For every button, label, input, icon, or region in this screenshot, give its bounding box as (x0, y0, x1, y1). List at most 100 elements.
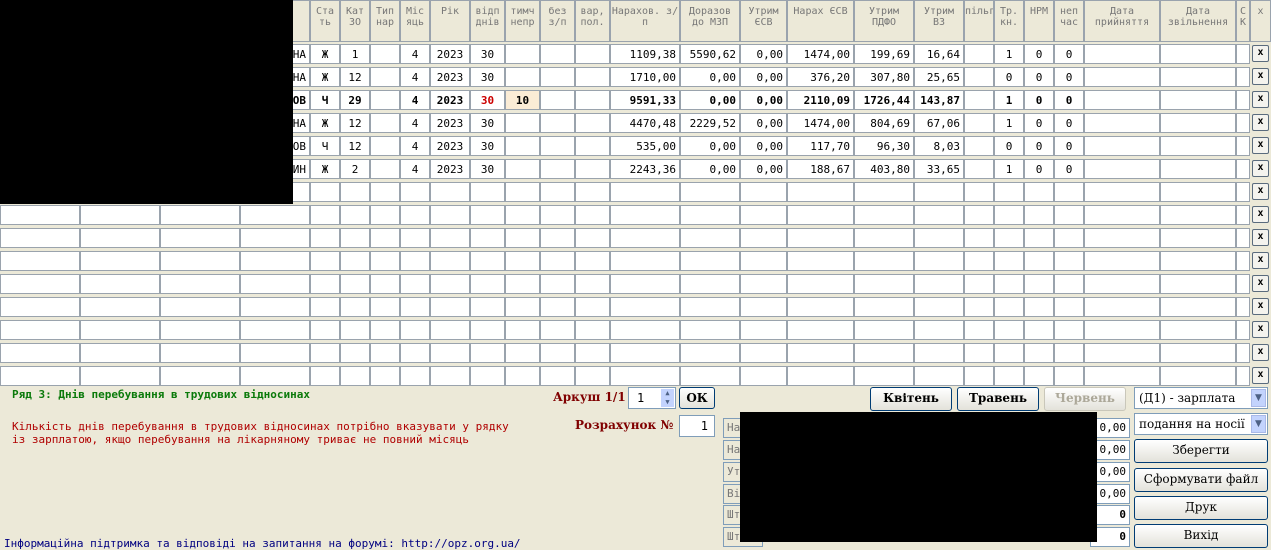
grid-cell[interactable]: 30 (470, 136, 505, 156)
grid-cell[interactable] (340, 228, 370, 248)
delete-row-button[interactable]: x (1252, 137, 1269, 154)
grid-cell[interactable] (160, 343, 240, 363)
month-button-april[interactable]: Квітень (870, 387, 952, 411)
grid-cell[interactable] (914, 343, 964, 363)
grid-cell[interactable] (1160, 113, 1236, 133)
grid-cell[interactable] (1236, 251, 1250, 271)
grid-cell[interactable] (470, 205, 505, 225)
grid-cell[interactable]: 4 (400, 159, 430, 179)
grid-cell[interactable] (505, 159, 540, 179)
grid-cell[interactable] (964, 274, 994, 294)
grid-cell[interactable] (575, 205, 610, 225)
grid-cell[interactable] (1160, 228, 1236, 248)
grid-cell[interactable] (1024, 205, 1054, 225)
grid-cell[interactable]: 0 (1024, 136, 1054, 156)
grid-cell[interactable] (914, 205, 964, 225)
grid-cell[interactable] (787, 251, 854, 271)
grid-cell[interactable]: Ж (310, 44, 340, 64)
grid-cell[interactable] (994, 320, 1024, 340)
grid-cell[interactable] (740, 343, 787, 363)
grid-cell[interactable] (914, 366, 964, 386)
grid-cell[interactable] (505, 320, 540, 340)
grid-cell[interactable] (1024, 320, 1054, 340)
grid-cell[interactable]: 0 (1054, 67, 1084, 87)
grid-cell[interactable]: 1710,00 (610, 67, 680, 87)
grid-cell[interactable] (0, 274, 80, 294)
grid-cell[interactable] (1084, 228, 1160, 248)
grid-cell[interactable] (854, 297, 914, 317)
grid-cell[interactable]: 0 (1054, 90, 1084, 110)
grid-cell[interactable]: 0 (1024, 44, 1054, 64)
grid-cell[interactable]: 4 (400, 90, 430, 110)
grid-cell[interactable] (470, 182, 505, 202)
grid-cell[interactable] (787, 297, 854, 317)
grid-cell[interactable] (240, 251, 310, 271)
grid-cell[interactable] (1024, 182, 1054, 202)
grid-cell[interactable] (1084, 343, 1160, 363)
grid-cell[interactable] (400, 182, 430, 202)
grid-cell[interactable] (740, 297, 787, 317)
grid-cell[interactable] (610, 320, 680, 340)
grid-cell[interactable]: 1 (994, 113, 1024, 133)
grid-cell[interactable] (310, 297, 340, 317)
grid-cell[interactable]: 12 (340, 67, 370, 87)
grid-cell[interactable] (370, 113, 400, 133)
grid-cell[interactable] (787, 228, 854, 248)
grid-cell[interactable] (400, 205, 430, 225)
sheet-input[interactable]: 1 ▲ ▼ (628, 387, 676, 409)
grid-cell[interactable]: 12 (340, 136, 370, 156)
grid-cell[interactable] (1236, 90, 1250, 110)
grid-cell[interactable] (430, 205, 470, 225)
grid-cell[interactable] (854, 274, 914, 294)
grid-cell[interactable] (505, 228, 540, 248)
grid-cell[interactable] (370, 67, 400, 87)
grid-cell[interactable] (540, 90, 575, 110)
grid-cell[interactable] (1236, 228, 1250, 248)
grid-cell[interactable] (1084, 113, 1160, 133)
spinner-icon[interactable]: ▲ ▼ (661, 389, 674, 407)
grid-cell[interactable]: Ч (310, 136, 340, 156)
grid-cell[interactable]: 10 (505, 90, 540, 110)
grid-cell[interactable] (370, 366, 400, 386)
grid-cell[interactable]: 2023 (430, 44, 470, 64)
grid-cell[interactable] (1054, 366, 1084, 386)
grid-cell[interactable] (680, 182, 740, 202)
grid-cell[interactable] (0, 320, 80, 340)
grid-cell[interactable] (680, 343, 740, 363)
grid-cell[interactable] (787, 320, 854, 340)
grid-cell[interactable] (470, 297, 505, 317)
grid-cell[interactable] (1024, 274, 1054, 294)
grid-cell[interactable] (540, 297, 575, 317)
grid-cell[interactable]: Ж (310, 67, 340, 87)
grid-cell[interactable] (80, 366, 160, 386)
grid-cell[interactable]: 4 (400, 44, 430, 64)
grid-cell[interactable]: 0,00 (740, 136, 787, 156)
grid-cell[interactable] (1024, 343, 1054, 363)
grid-cell[interactable] (400, 228, 430, 248)
grid-cell[interactable] (0, 366, 80, 386)
grid-cell[interactable]: 0 (994, 67, 1024, 87)
grid-cell[interactable] (964, 343, 994, 363)
grid-cell[interactable] (370, 205, 400, 225)
grid-cell[interactable] (340, 297, 370, 317)
grid-cell[interactable]: 4470,48 (610, 113, 680, 133)
grid-cell[interactable] (1054, 251, 1084, 271)
grid-cell[interactable] (505, 343, 540, 363)
grid-cell[interactable] (430, 274, 470, 294)
grid-cell[interactable] (914, 274, 964, 294)
grid-cell[interactable]: 16,64 (914, 44, 964, 64)
exit-button[interactable]: Вихід (1134, 524, 1268, 548)
grid-cell[interactable] (1084, 44, 1160, 64)
grid-cell[interactable] (430, 251, 470, 271)
grid-cell[interactable]: 1 (994, 44, 1024, 64)
grid-cell[interactable] (470, 320, 505, 340)
grid-cell[interactable]: 2110,09 (787, 90, 854, 110)
grid-cell[interactable] (854, 320, 914, 340)
delete-row-button[interactable]: x (1252, 275, 1269, 292)
grid-cell[interactable] (1236, 274, 1250, 294)
grid-cell[interactable] (80, 343, 160, 363)
grid-cell[interactable] (400, 343, 430, 363)
grid-cell[interactable] (1084, 136, 1160, 156)
grid-cell[interactable]: 96,30 (854, 136, 914, 156)
grid-cell[interactable]: 9591,33 (610, 90, 680, 110)
